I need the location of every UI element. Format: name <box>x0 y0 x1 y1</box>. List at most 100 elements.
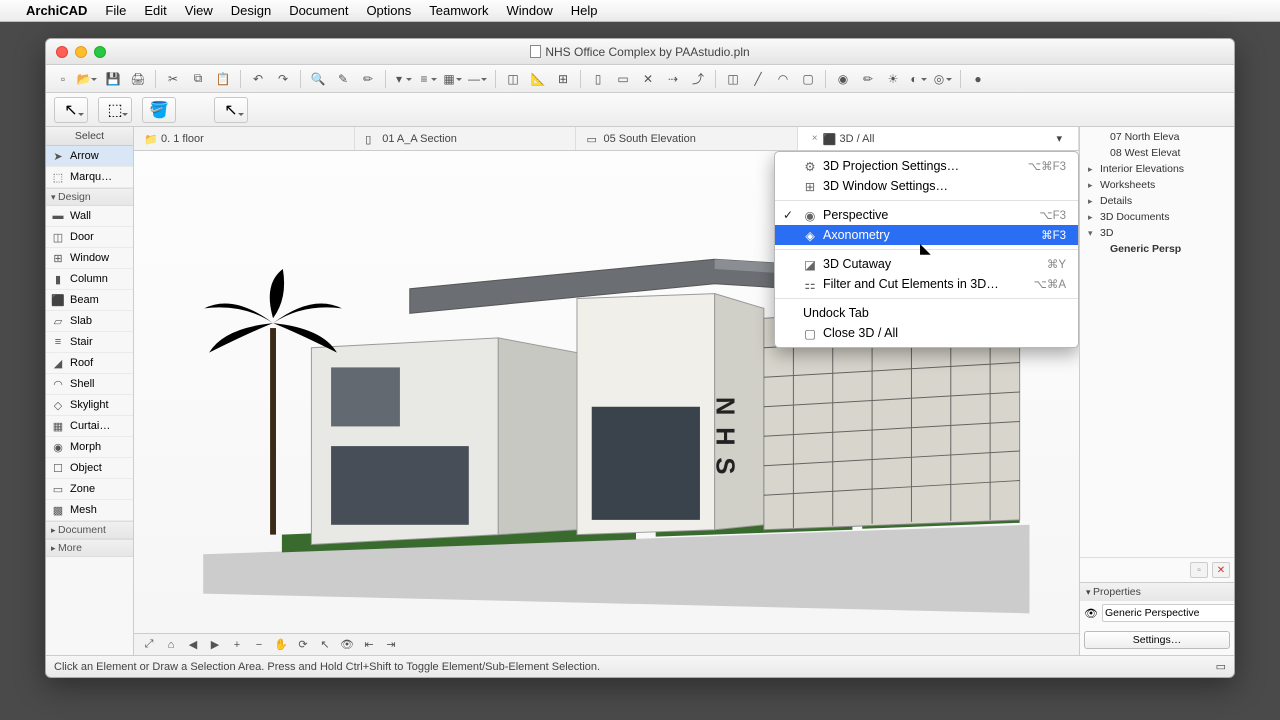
pencil-tool[interactable]: ✏ <box>357 69 379 89</box>
menu-3d-cutaway[interactable]: ◪3D Cutaway⌘Y <box>775 254 1078 274</box>
door-button[interactable]: ◫ <box>722 69 744 89</box>
menu-close-3d[interactable]: ▢Close 3D / All <box>775 323 1078 343</box>
link-button[interactable]: ⇢ <box>662 69 684 89</box>
close-tab-icon[interactable]: × <box>812 133 818 144</box>
nav-node-persp[interactable]: Generic Persp <box>1080 241 1234 257</box>
pointer-tool[interactable]: ↖ <box>54 97 88 123</box>
view-name-field[interactable] <box>1102 604 1234 622</box>
vt-zoomout[interactable]: − <box>250 637 268 653</box>
nav-node-3d[interactable]: ▾3D <box>1080 225 1234 241</box>
vt-next[interactable]: ▶ <box>206 637 224 653</box>
material-button[interactable]: ✏ <box>857 69 879 89</box>
shadow-button[interactable]: ◐ <box>907 69 929 89</box>
section-button[interactable]: ▯ <box>587 69 609 89</box>
nav-node[interactable]: ▸3D Documents <box>1080 209 1234 225</box>
menu-edit[interactable]: Edit <box>144 3 166 18</box>
tool-skylight[interactable]: ◇Skylight <box>46 395 133 416</box>
menu-3d-win-settings[interactable]: ⊞3D Window Settings… <box>775 176 1078 196</box>
tool-shell[interactable]: ◠Shell <box>46 374 133 395</box>
close-window-button[interactable] <box>56 46 68 58</box>
tool-column[interactable]: ▮Column <box>46 269 133 290</box>
arc-button[interactable]: ◠ <box>772 69 794 89</box>
toolbox-document-group[interactable]: Document <box>46 521 133 539</box>
break-button[interactable]: ⤴ <box>687 69 709 89</box>
menu-design[interactable]: Design <box>231 3 271 18</box>
menu-file[interactable]: File <box>105 3 126 18</box>
nav-node[interactable]: ▸Details <box>1080 193 1234 209</box>
vt-fit[interactable]: ⤢ <box>140 637 158 653</box>
layers-button[interactable]: ≡ <box>417 69 439 89</box>
tab-dropdown-icon[interactable]: ▾ <box>1056 132 1068 145</box>
publish-button[interactable]: ● <box>967 69 989 89</box>
nav-node[interactable]: ▸Worksheets <box>1080 177 1234 193</box>
undo-button[interactable]: ↶ <box>247 69 269 89</box>
dim-button[interactable]: — <box>467 69 489 89</box>
3d-viewport[interactable]: NHS <box>134 151 1079 633</box>
tab-section[interactable]: ▯01 A_A Section <box>355 127 576 150</box>
nav-new-button[interactable]: ▫ <box>1190 562 1208 578</box>
render-button[interactable]: ◉ <box>832 69 854 89</box>
tool-door[interactable]: ◫Door <box>46 227 133 248</box>
vt-back[interactable]: ⇤ <box>360 637 378 653</box>
menu-options[interactable]: Options <box>366 3 411 18</box>
toolbox-design-group[interactable]: Design <box>46 188 133 206</box>
tool-roof[interactable]: ◢Roof <box>46 353 133 374</box>
menu-undock-tab[interactable]: Undock Tab <box>775 303 1078 323</box>
paste-button[interactable]: 📋 <box>212 69 234 89</box>
tool-mesh[interactable]: ▩Mesh <box>46 500 133 521</box>
menu-help[interactable]: Help <box>571 3 598 18</box>
status-icon[interactable]: ▭ <box>1216 660 1226 673</box>
save-button[interactable]: 💾 <box>102 69 124 89</box>
vt-home[interactable]: ⌂ <box>162 637 180 653</box>
tool-beam[interactable]: ⬛Beam <box>46 290 133 311</box>
menu-filter-cut[interactable]: ⚏Filter and Cut Elements in 3D…⌥⌘A <box>775 274 1078 294</box>
zoom-button[interactable]: 🔍 <box>307 69 329 89</box>
tab-elevation[interactable]: ▭05 South Elevation <box>576 127 797 150</box>
tool-stair[interactable]: ≡Stair <box>46 332 133 353</box>
toolbox-more-group[interactable]: More <box>46 539 133 557</box>
zoom-window-button[interactable] <box>94 46 106 58</box>
close-x-button[interactable]: ✕ <box>637 69 659 89</box>
vt-arrow[interactable]: ↖ <box>316 637 334 653</box>
tab-3d[interactable]: × ⬛ 3D / All ▾ <box>798 127 1079 150</box>
nav-node[interactable]: ▸Interior Elevations <box>1080 161 1234 177</box>
menu-teamwork[interactable]: Teamwork <box>429 3 488 18</box>
grid-button[interactable]: ⊞ <box>552 69 574 89</box>
menu-axonometry[interactable]: ◈Axonometry⌘F3 <box>775 225 1078 245</box>
tool-marquee[interactable]: ⬚Marqu… <box>46 167 133 188</box>
new-button[interactable]: ▫ <box>52 69 74 89</box>
nav-delete-button[interactable]: ✕ <box>1212 562 1230 578</box>
vt-eye[interactable]: 👁 <box>338 637 356 653</box>
tab-floor[interactable]: 📁0. 1 floor <box>134 127 355 150</box>
vt-fwd[interactable]: ⇥ <box>382 637 400 653</box>
menu-view[interactable]: View <box>185 3 213 18</box>
vt-prev[interactable]: ◀ <box>184 637 202 653</box>
tool-curtain[interactable]: ▦Curtai… <box>46 416 133 437</box>
print-button[interactable]: 🖨 <box>127 69 149 89</box>
navigator-tree[interactable]: 07 North Eleva 08 West Elevat ▸Interior … <box>1080 127 1234 557</box>
line-button[interactable]: ╱ <box>747 69 769 89</box>
env-button[interactable]: ◎ <box>932 69 954 89</box>
tool-window[interactable]: ⊞Window <box>46 248 133 269</box>
menu-perspective[interactable]: ✓◉Perspective⌥F3 <box>775 205 1078 225</box>
cut-button[interactable]: ✂ <box>162 69 184 89</box>
box-button[interactable]: ▢ <box>797 69 819 89</box>
sun-button[interactable]: ☀ <box>882 69 904 89</box>
elevation-button[interactable]: ▭ <box>612 69 634 89</box>
menu-window[interactable]: Window <box>507 3 553 18</box>
tool-object[interactable]: ☐Object <box>46 458 133 479</box>
copy-button[interactable]: ⧉ <box>187 69 209 89</box>
tool-zone[interactable]: ▭Zone <box>46 479 133 500</box>
trace-button[interactable]: ◫ <box>502 69 524 89</box>
titlebar[interactable]: NHS Office Complex by PAAstudio.pln <box>46 39 1234 65</box>
arrow-tool-infobar[interactable]: ↖ <box>214 97 248 123</box>
marquee-tool[interactable]: ⬚ <box>98 97 132 123</box>
vt-zoomin[interactable]: + <box>228 637 246 653</box>
edit-tool[interactable]: ✎ <box>332 69 354 89</box>
measure-button[interactable]: 📐 <box>527 69 549 89</box>
nav-node[interactable]: 07 North Eleva <box>1080 129 1234 145</box>
open-button[interactable]: 📂 <box>77 69 99 89</box>
nav-node[interactable]: 08 West Elevat <box>1080 145 1234 161</box>
tool-arrow[interactable]: ➤Arrow <box>46 146 133 167</box>
minimize-window-button[interactable] <box>75 46 87 58</box>
